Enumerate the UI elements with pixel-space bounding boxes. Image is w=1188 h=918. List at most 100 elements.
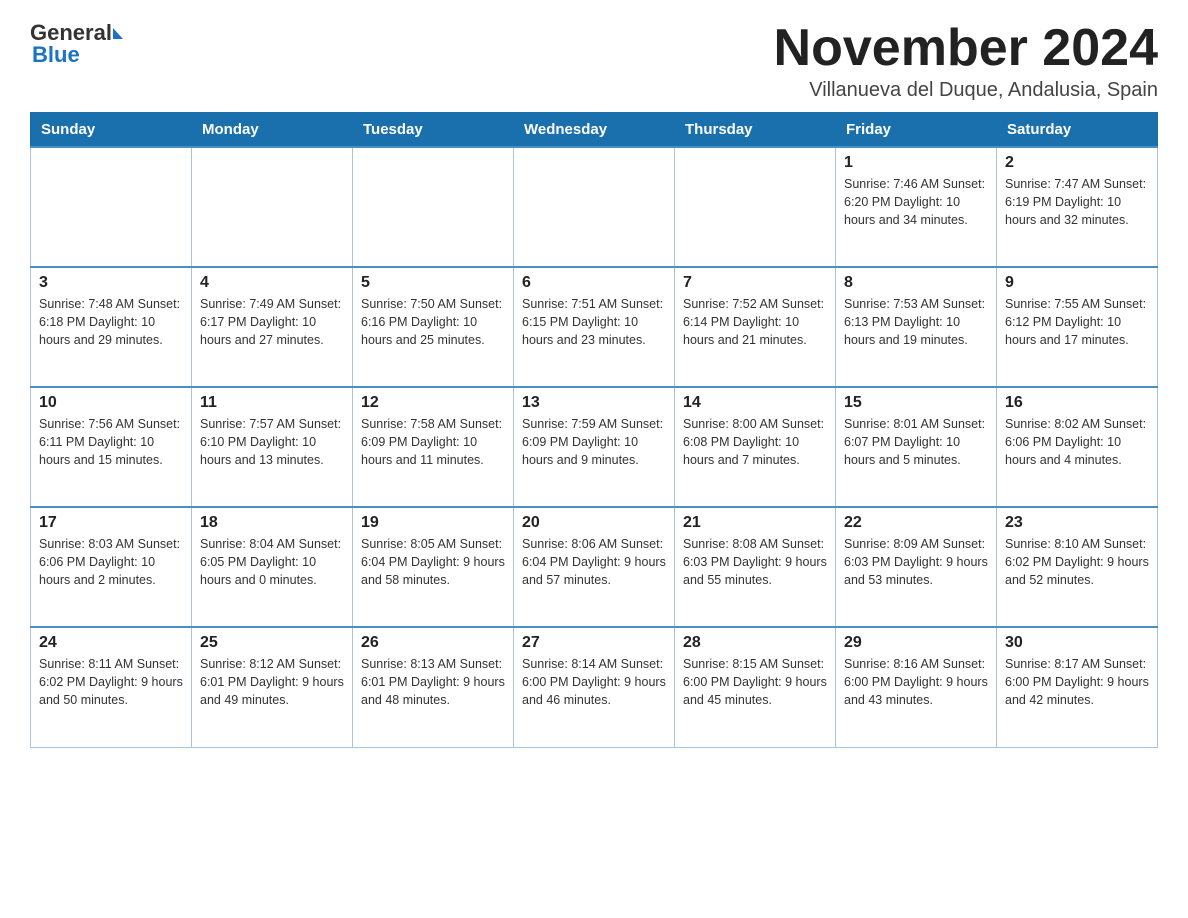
calendar-cell: 14 Sunrise: 8:00 AM Sunset: 6:08 PM Dayli… bbox=[675, 387, 836, 507]
day-number: 22 bbox=[844, 514, 988, 532]
day-info: Sunrise: 8:12 AM Sunset: 6:01 PM Dayligh… bbox=[200, 655, 344, 709]
calendar-cell: 3 Sunrise: 7:48 AM Sunset: 6:18 PM Daylig… bbox=[31, 267, 192, 387]
calendar-cell: 17 Sunrise: 8:03 AM Sunset: 6:06 PM Dayli… bbox=[31, 507, 192, 627]
week-row-4: 17 Sunrise: 8:03 AM Sunset: 6:06 PM Dayli… bbox=[31, 507, 1158, 627]
day-number: 30 bbox=[1005, 634, 1149, 652]
day-number: 20 bbox=[522, 514, 666, 532]
day-info: Sunrise: 8:10 AM Sunset: 6:02 PM Dayligh… bbox=[1005, 535, 1149, 589]
calendar-cell: 23Sunrise: 8:10 AM Sunset: 6:02 PM Dayli… bbox=[997, 507, 1158, 627]
day-number: 27 bbox=[522, 634, 666, 652]
day-info: Sunrise: 8:04 AM Sunset: 6:05 PM Dayligh… bbox=[200, 535, 344, 589]
day-number: 14 bbox=[683, 394, 827, 412]
day-info: Sunrise: 7:57 AM Sunset: 6:10 PM Dayligh… bbox=[200, 415, 344, 469]
day-info: Sunrise: 7:59 AM Sunset: 6:09 PM Dayligh… bbox=[522, 415, 666, 469]
day-number: 7 bbox=[683, 274, 827, 292]
day-info: Sunrise: 8:13 AM Sunset: 6:01 PM Dayligh… bbox=[361, 655, 505, 709]
calendar-cell: 22 Sunrise: 8:09 AM Sunset: 6:03 PM Dayli… bbox=[836, 507, 997, 627]
calendar-cell: 28 Sunrise: 8:15 AM Sunset: 6:00 PM Dayli… bbox=[675, 627, 836, 747]
calendar-cell bbox=[514, 147, 675, 267]
calendar-header-tuesday: Tuesday bbox=[353, 113, 514, 148]
calendar-cell: 10 Sunrise: 7:56 AM Sunset: 6:11 PM Dayli… bbox=[31, 387, 192, 507]
day-number: 24 bbox=[39, 634, 183, 652]
day-info: Sunrise: 7:56 AM Sunset: 6:11 PM Dayligh… bbox=[39, 415, 183, 469]
day-info: Sunrise: 8:09 AM Sunset: 6:03 PM Dayligh… bbox=[844, 535, 988, 589]
day-info: Sunrise: 7:50 AM Sunset: 6:16 PM Dayligh… bbox=[361, 295, 505, 349]
month-title: November 2024 bbox=[774, 20, 1158, 77]
calendar-cell: 26Sunrise: 8:13 AM Sunset: 6:01 PM Dayli… bbox=[353, 627, 514, 747]
calendar-cell: 24 Sunrise: 8:11 AM Sunset: 6:02 PM Dayli… bbox=[31, 627, 192, 747]
calendar-cell: 12 Sunrise: 7:58 AM Sunset: 6:09 PM Dayli… bbox=[353, 387, 514, 507]
calendar-cell: 8 Sunrise: 7:53 AM Sunset: 6:13 PM Daylig… bbox=[836, 267, 997, 387]
calendar-header-row: SundayMondayTuesdayWednesdayThursdayFrid… bbox=[31, 113, 1158, 148]
calendar-cell: 16 Sunrise: 8:02 AM Sunset: 6:06 PM Dayli… bbox=[997, 387, 1158, 507]
day-number: 1 bbox=[844, 154, 988, 172]
calendar-header-thursday: Thursday bbox=[675, 113, 836, 148]
calendar-cell: 5Sunrise: 7:50 AM Sunset: 6:16 PM Daylig… bbox=[353, 267, 514, 387]
day-info: Sunrise: 8:02 AM Sunset: 6:06 PM Dayligh… bbox=[1005, 415, 1149, 469]
day-info: Sunrise: 8:15 AM Sunset: 6:00 PM Dayligh… bbox=[683, 655, 827, 709]
day-number: 8 bbox=[844, 274, 988, 292]
day-info: Sunrise: 7:47 AM Sunset: 6:19 PM Dayligh… bbox=[1005, 175, 1149, 229]
header: General Blue November 2024 Villanueva de… bbox=[30, 20, 1158, 102]
day-number: 11 bbox=[200, 394, 344, 412]
day-info: Sunrise: 7:53 AM Sunset: 6:13 PM Dayligh… bbox=[844, 295, 988, 349]
calendar-cell bbox=[675, 147, 836, 267]
day-number: 17 bbox=[39, 514, 183, 532]
day-info: Sunrise: 7:55 AM Sunset: 6:12 PM Dayligh… bbox=[1005, 295, 1149, 349]
day-number: 29 bbox=[844, 634, 988, 652]
calendar-cell: 2 Sunrise: 7:47 AM Sunset: 6:19 PM Daylig… bbox=[997, 147, 1158, 267]
calendar-cell: 9 Sunrise: 7:55 AM Sunset: 6:12 PM Daylig… bbox=[997, 267, 1158, 387]
day-number: 2 bbox=[1005, 154, 1149, 172]
calendar-header-saturday: Saturday bbox=[997, 113, 1158, 148]
day-info: Sunrise: 7:48 AM Sunset: 6:18 PM Dayligh… bbox=[39, 295, 183, 349]
calendar-cell: 30 Sunrise: 8:17 AM Sunset: 6:00 PM Dayli… bbox=[997, 627, 1158, 747]
day-number: 4 bbox=[200, 274, 344, 292]
day-info: Sunrise: 8:05 AM Sunset: 6:04 PM Dayligh… bbox=[361, 535, 505, 589]
logo-blue: Blue bbox=[32, 42, 80, 68]
day-info: Sunrise: 8:11 AM Sunset: 6:02 PM Dayligh… bbox=[39, 655, 183, 709]
day-info: Sunrise: 8:06 AM Sunset: 6:04 PM Dayligh… bbox=[522, 535, 666, 589]
day-number: 9 bbox=[1005, 274, 1149, 292]
day-info: Sunrise: 7:46 AM Sunset: 6:20 PM Dayligh… bbox=[844, 175, 988, 229]
calendar-cell bbox=[353, 147, 514, 267]
day-info: Sunrise: 7:58 AM Sunset: 6:09 PM Dayligh… bbox=[361, 415, 505, 469]
calendar-cell: 27Sunrise: 8:14 AM Sunset: 6:00 PM Dayli… bbox=[514, 627, 675, 747]
day-info: Sunrise: 8:17 AM Sunset: 6:00 PM Dayligh… bbox=[1005, 655, 1149, 709]
calendar-header-sunday: Sunday bbox=[31, 113, 192, 148]
day-info: Sunrise: 7:49 AM Sunset: 6:17 PM Dayligh… bbox=[200, 295, 344, 349]
calendar-cell: 15 Sunrise: 8:01 AM Sunset: 6:07 PM Dayli… bbox=[836, 387, 997, 507]
calendar-cell: 1 Sunrise: 7:46 AM Sunset: 6:20 PM Daylig… bbox=[836, 147, 997, 267]
calendar-cell: 19 Sunrise: 8:05 AM Sunset: 6:04 PM Dayli… bbox=[353, 507, 514, 627]
week-row-1: 1 Sunrise: 7:46 AM Sunset: 6:20 PM Daylig… bbox=[31, 147, 1158, 267]
day-number: 12 bbox=[361, 394, 505, 412]
calendar-cell: 18Sunrise: 8:04 AM Sunset: 6:05 PM Dayli… bbox=[192, 507, 353, 627]
calendar-header-friday: Friday bbox=[836, 113, 997, 148]
day-number: 13 bbox=[522, 394, 666, 412]
day-number: 28 bbox=[683, 634, 827, 652]
location: Villanueva del Duque, Andalusia, Spain bbox=[774, 79, 1158, 102]
day-info: Sunrise: 8:08 AM Sunset: 6:03 PM Dayligh… bbox=[683, 535, 827, 589]
calendar-cell: 21Sunrise: 8:08 AM Sunset: 6:03 PM Dayli… bbox=[675, 507, 836, 627]
day-number: 16 bbox=[1005, 394, 1149, 412]
calendar-cell: 4 Sunrise: 7:49 AM Sunset: 6:17 PM Daylig… bbox=[192, 267, 353, 387]
day-number: 10 bbox=[39, 394, 183, 412]
day-info: Sunrise: 8:03 AM Sunset: 6:06 PM Dayligh… bbox=[39, 535, 183, 589]
calendar-header-wednesday: Wednesday bbox=[514, 113, 675, 148]
day-number: 19 bbox=[361, 514, 505, 532]
day-info: Sunrise: 8:01 AM Sunset: 6:07 PM Dayligh… bbox=[844, 415, 988, 469]
day-number: 15 bbox=[844, 394, 988, 412]
calendar-header-monday: Monday bbox=[192, 113, 353, 148]
calendar-cell: 6Sunrise: 7:51 AM Sunset: 6:15 PM Daylig… bbox=[514, 267, 675, 387]
day-info: Sunrise: 7:51 AM Sunset: 6:15 PM Dayligh… bbox=[522, 295, 666, 349]
calendar-cell: 20 Sunrise: 8:06 AM Sunset: 6:04 PM Dayli… bbox=[514, 507, 675, 627]
calendar-cell: 13 Sunrise: 7:59 AM Sunset: 6:09 PM Dayli… bbox=[514, 387, 675, 507]
calendar-cell bbox=[31, 147, 192, 267]
calendar-cell bbox=[192, 147, 353, 267]
logo-triangle-icon bbox=[113, 28, 123, 39]
day-info: Sunrise: 8:00 AM Sunset: 6:08 PM Dayligh… bbox=[683, 415, 827, 469]
calendar-cell: 25Sunrise: 8:12 AM Sunset: 6:01 PM Dayli… bbox=[192, 627, 353, 747]
day-number: 3 bbox=[39, 274, 183, 292]
week-row-5: 24 Sunrise: 8:11 AM Sunset: 6:02 PM Dayli… bbox=[31, 627, 1158, 747]
day-info: Sunrise: 8:16 AM Sunset: 6:00 PM Dayligh… bbox=[844, 655, 988, 709]
calendar: SundayMondayTuesdayWednesdayThursdayFrid… bbox=[30, 112, 1158, 748]
